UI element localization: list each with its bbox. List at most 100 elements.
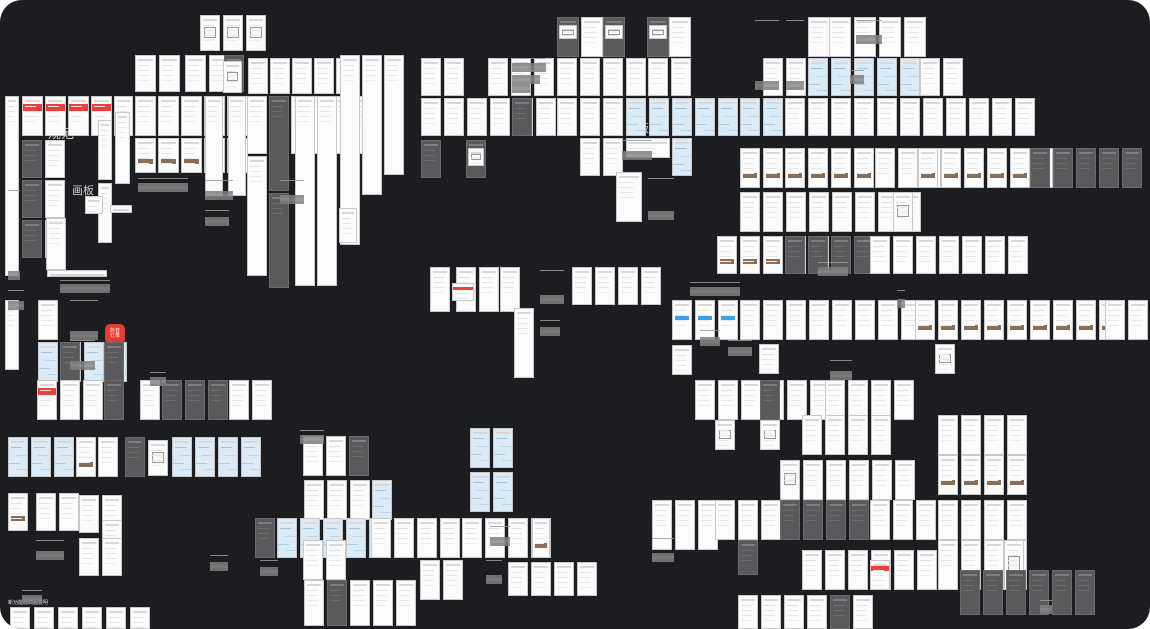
artboard-thumbnail[interactable]	[803, 460, 823, 500]
artboard-thumbnail[interactable]	[467, 98, 487, 136]
artboard-thumbnail[interactable]	[894, 380, 914, 420]
artboard-thumbnail[interactable]	[649, 25, 667, 39]
artboard-thumbnail[interactable]	[580, 138, 600, 176]
artboard-thumbnail[interactable]	[738, 500, 758, 540]
artboard-thumbnail[interactable]	[718, 98, 738, 136]
artboard-thumbnail[interactable]	[603, 138, 623, 176]
artboard-thumbnail[interactable]	[715, 420, 735, 450]
artboard-thumbnail[interactable]	[534, 58, 554, 96]
artboard-thumbnail[interactable]	[1122, 148, 1142, 188]
artboard-thumbnail[interactable]	[1007, 455, 1027, 495]
artboard-thumbnail[interactable]	[581, 17, 603, 57]
artboard-thumbnail[interactable]	[849, 460, 869, 500]
artboard-thumbnail[interactable]	[740, 148, 760, 188]
artboard-thumbnail[interactable]	[350, 480, 370, 520]
artboard-thumbnail[interactable]	[893, 500, 913, 540]
artboard-thumbnail[interactable]	[984, 455, 1004, 495]
artboard-thumbnail[interactable]	[314, 58, 334, 94]
artboard-thumbnail[interactable]	[826, 500, 846, 540]
artboard-thumbnail[interactable]	[605, 25, 623, 39]
artboard-thumbnail[interactable]	[825, 550, 845, 590]
artboard-thumbnail[interactable]	[277, 518, 297, 558]
artboard-thumbnail[interactable]	[854, 148, 874, 188]
artboard-thumbnail[interactable]	[159, 55, 180, 92]
artboard-thumbnail[interactable]	[895, 460, 915, 500]
artboard-thumbnail[interactable]	[717, 236, 737, 274]
artboard-thumbnail[interactable]	[1052, 570, 1072, 615]
artboard-thumbnail[interactable]	[488, 58, 508, 96]
artboard-thumbnail[interactable]	[915, 300, 935, 340]
artboard-thumbnail[interactable]	[110, 205, 132, 213]
artboard-thumbnail[interactable]	[76, 437, 96, 477]
artboard-thumbnail[interactable]	[60, 380, 80, 420]
artboard-thumbnail[interactable]	[938, 455, 958, 495]
artboard-thumbnail[interactable]	[554, 562, 574, 596]
artboard-thumbnail[interactable]	[270, 58, 290, 94]
artboard-thumbnail[interactable]	[1029, 570, 1049, 615]
artboard-thumbnail[interactable]	[394, 518, 414, 558]
artboard-thumbnail[interactable]	[255, 518, 275, 558]
artboard-thumbnail[interactable]	[900, 98, 920, 136]
artboard-thumbnail[interactable]	[531, 562, 551, 596]
artboard-thumbnail[interactable]	[962, 236, 982, 274]
artboard-thumbnail[interactable]	[371, 518, 391, 558]
artboard-thumbnail[interactable]	[135, 138, 156, 173]
artboard-thumbnail[interactable]	[557, 58, 577, 96]
artboard-thumbnail[interactable]	[780, 500, 800, 540]
artboard-thumbnail[interactable]	[1030, 300, 1050, 340]
artboard-thumbnail[interactable]	[960, 570, 980, 615]
artboard-thumbnail[interactable]	[493, 428, 513, 468]
artboard-thumbnail[interactable]	[763, 236, 783, 274]
artboard-thumbnail[interactable]	[125, 437, 145, 477]
artboard-thumbnail[interactable]	[246, 15, 266, 51]
artboard-thumbnail[interactable]	[559, 25, 577, 39]
artboard-thumbnail[interactable]	[618, 267, 638, 305]
artboard-thumbnail[interactable]	[1099, 148, 1119, 188]
artboard-thumbnail[interactable]	[580, 58, 600, 96]
artboard-thumbnail[interactable]	[935, 344, 955, 374]
artboard-thumbnail[interactable]	[784, 595, 804, 629]
artboard-thumbnail[interactable]	[870, 560, 890, 590]
artboard-thumbnail[interactable]	[938, 540, 958, 590]
artboard-thumbnail[interactable]	[808, 148, 828, 188]
artboard-thumbnail[interactable]	[759, 344, 779, 374]
artboard-thumbnail[interactable]	[1007, 500, 1027, 540]
artboard-thumbnail[interactable]	[512, 98, 532, 136]
artboard-thumbnail[interactable]	[5, 300, 19, 370]
artboard-thumbnail[interactable]	[85, 196, 103, 214]
artboard-thumbnail[interactable]	[763, 300, 783, 340]
artboard-thumbnail[interactable]	[8, 437, 28, 477]
artboard-thumbnail[interactable]	[695, 98, 715, 136]
artboard-thumbnail[interactable]	[1076, 300, 1096, 340]
artboard-thumbnail[interactable]	[444, 98, 464, 136]
artboard-thumbnail[interactable]	[45, 96, 66, 136]
artboard-thumbnail[interactable]	[740, 300, 760, 340]
artboard-thumbnail[interactable]	[904, 17, 926, 57]
artboard-thumbnail[interactable]	[135, 96, 156, 136]
artboard-thumbnail[interactable]	[247, 96, 267, 154]
artboard-thumbnail[interactable]	[740, 236, 760, 274]
artboard-thumbnail[interactable]	[763, 192, 783, 232]
artboard-thumbnail[interactable]	[946, 98, 966, 136]
artboard-thumbnail[interactable]	[831, 98, 851, 136]
artboard-thumbnail[interactable]	[603, 58, 623, 96]
artboard-thumbnail[interactable]	[327, 480, 347, 520]
artboard-thumbnail[interactable]	[808, 58, 828, 96]
artboard-thumbnail[interactable]	[855, 192, 875, 232]
artboard-thumbnail[interactable]	[421, 98, 441, 136]
artboard-thumbnail[interactable]	[900, 58, 920, 96]
artboard-thumbnail[interactable]	[1008, 236, 1028, 274]
artboard-thumbnail[interactable]	[738, 595, 758, 629]
artboard-thumbnail[interactable]	[718, 300, 738, 340]
artboard-thumbnail[interactable]	[346, 518, 366, 558]
artboard-thumbnail[interactable]	[898, 148, 918, 188]
artboard-thumbnail[interactable]	[848, 415, 868, 455]
artboard-thumbnail[interactable]	[695, 380, 715, 420]
artboard-thumbnail[interactable]	[339, 208, 357, 243]
artboard-thumbnail[interactable]	[848, 550, 868, 590]
artboard-thumbnail[interactable]	[855, 300, 875, 340]
artboard-thumbnail[interactable]	[373, 580, 393, 626]
artboard-thumbnail[interactable]	[985, 236, 1005, 274]
artboard-thumbnail[interactable]	[22, 180, 42, 218]
artboard-thumbnail[interactable]	[1128, 300, 1148, 340]
